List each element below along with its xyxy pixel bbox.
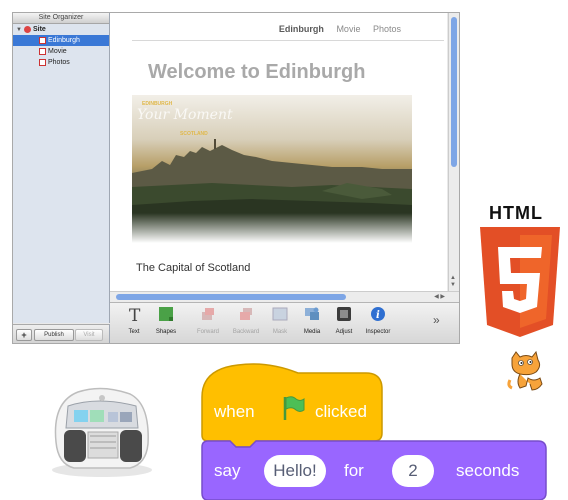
iweb-window: Site Organizer ▼ Site Edinburgh Movie Pho… <box>12 12 460 344</box>
scroll-arrows-icon[interactable]: ◀ ▶ <box>434 293 445 300</box>
forward-icon <box>202 308 214 320</box>
toolbar-overflow-button[interactable]: » <box>433 313 440 327</box>
backward-icon <box>240 308 252 320</box>
nav-divider <box>132 40 444 41</box>
site-root[interactable]: ▼ Site <box>13 24 109 35</box>
seconds-label: seconds <box>456 461 520 480</box>
page-item-movie[interactable]: Movie <box>13 46 109 57</box>
inspector-button[interactable]: i Inspector <box>360 306 396 335</box>
site-label: Site <box>32 26 46 33</box>
backward-button[interactable]: Backward <box>228 306 264 335</box>
disclosure-triangle-icon[interactable]: ▼ <box>16 27 22 33</box>
say-label: say <box>214 461 241 480</box>
scroll-arrows-icon[interactable]: ▲ ▼ <box>450 275 456 289</box>
robot-image <box>52 387 152 477</box>
horizontal-scrollbar[interactable]: ◀ ▶ <box>110 291 459 302</box>
green-flag-icon <box>283 396 305 420</box>
edinburgh-photo[interactable]: EDINBURGH Your Moment SCOTLAND <box>132 95 412 243</box>
nav-link-edinburgh[interactable]: Edinburgh <box>279 24 324 34</box>
photo-script-text: Your Moment <box>137 107 233 123</box>
toolbar: T Text Shapes Forward Backward Mask Medi… <box>110 302 459 343</box>
message-input[interactable]: Hello! <box>264 455 326 487</box>
page-item-photos[interactable]: Photos <box>13 57 109 68</box>
for-label: for <box>344 461 364 480</box>
forward-button[interactable]: Forward <box>190 306 226 335</box>
page-icon <box>39 58 46 66</box>
horizontal-scroll-thumb[interactable] <box>116 294 346 300</box>
toolbar-label: Mask <box>272 329 288 335</box>
site-organizer-title: Site Organizer <box>13 13 109 24</box>
adjust-button[interactable]: Adjust <box>326 306 362 335</box>
publish-button[interactable]: Publish <box>34 329 74 341</box>
html-wordmark: HTML <box>489 203 543 223</box>
toolbar-label: Shapes <box>155 329 177 335</box>
svg-text:T: T <box>129 306 141 322</box>
page-item-label: Photos <box>48 59 70 66</box>
shapes-button[interactable]: Shapes <box>148 306 184 335</box>
page-icon <box>39 47 46 55</box>
inspector-icon: i <box>371 307 385 321</box>
page-heading[interactable]: Welcome to Edinburgh <box>148 61 365 84</box>
mask-icon <box>272 307 288 321</box>
site-navigation: Edinburgh Movie Photos <box>269 24 401 34</box>
site-icon <box>23 25 31 33</box>
text-button[interactable]: T Text <box>116 306 152 335</box>
toolbar-label: Backward <box>232 329 260 335</box>
page-item-label: Movie <box>48 48 67 55</box>
vertical-scrollbar[interactable]: ▲ ▼ <box>448 13 459 291</box>
toolbar-label: Text <box>128 329 140 335</box>
html5-shield-icon <box>480 227 560 337</box>
shapes-icon <box>159 307 173 321</box>
nav-link-photos[interactable]: Photos <box>373 24 401 34</box>
toolbar-label: Media <box>303 329 321 335</box>
mask-button[interactable]: Mask <box>262 306 298 335</box>
nav-link-movie[interactable]: Movie <box>336 24 360 34</box>
scratch-script: when clicked say Hello! for 2 seconds <box>198 355 548 500</box>
page-item-label: Edinburgh <box>48 37 80 44</box>
media-icon <box>305 307 319 320</box>
media-button[interactable]: Media <box>294 306 330 335</box>
photo-brand-bottom: SCOTLAND <box>180 131 208 137</box>
photo-reflection <box>132 213 412 243</box>
page-canvas[interactable]: Edinburgh Movie Photos Welcome to Edinbu… <box>110 13 447 291</box>
vertical-scroll-thumb[interactable] <box>451 17 457 167</box>
toolbar-label: Adjust <box>335 329 353 335</box>
add-page-button[interactable]: + <box>16 329 32 341</box>
page-item-edinburgh[interactable]: Edinburgh <box>13 35 109 46</box>
organizer-bottom-bar: + Publish Visit <box>13 324 110 343</box>
toolbar-label: Forward <box>196 329 219 335</box>
when-label: when <box>214 402 255 421</box>
adjust-icon <box>337 307 351 321</box>
photo-caption[interactable]: The Capital of Scotland <box>136 262 250 274</box>
visit-button[interactable]: Visit <box>75 329 103 341</box>
clicked-label: clicked <box>315 402 367 421</box>
page-icon <box>39 36 46 44</box>
site-organizer: Site Organizer ▼ Site Edinburgh Movie Pho… <box>13 13 110 323</box>
toolbar-label: Inspector <box>365 329 391 335</box>
text-icon: T <box>129 306 141 322</box>
seconds-input[interactable]: 2 <box>392 455 434 487</box>
svg-text:i: i <box>376 310 380 321</box>
